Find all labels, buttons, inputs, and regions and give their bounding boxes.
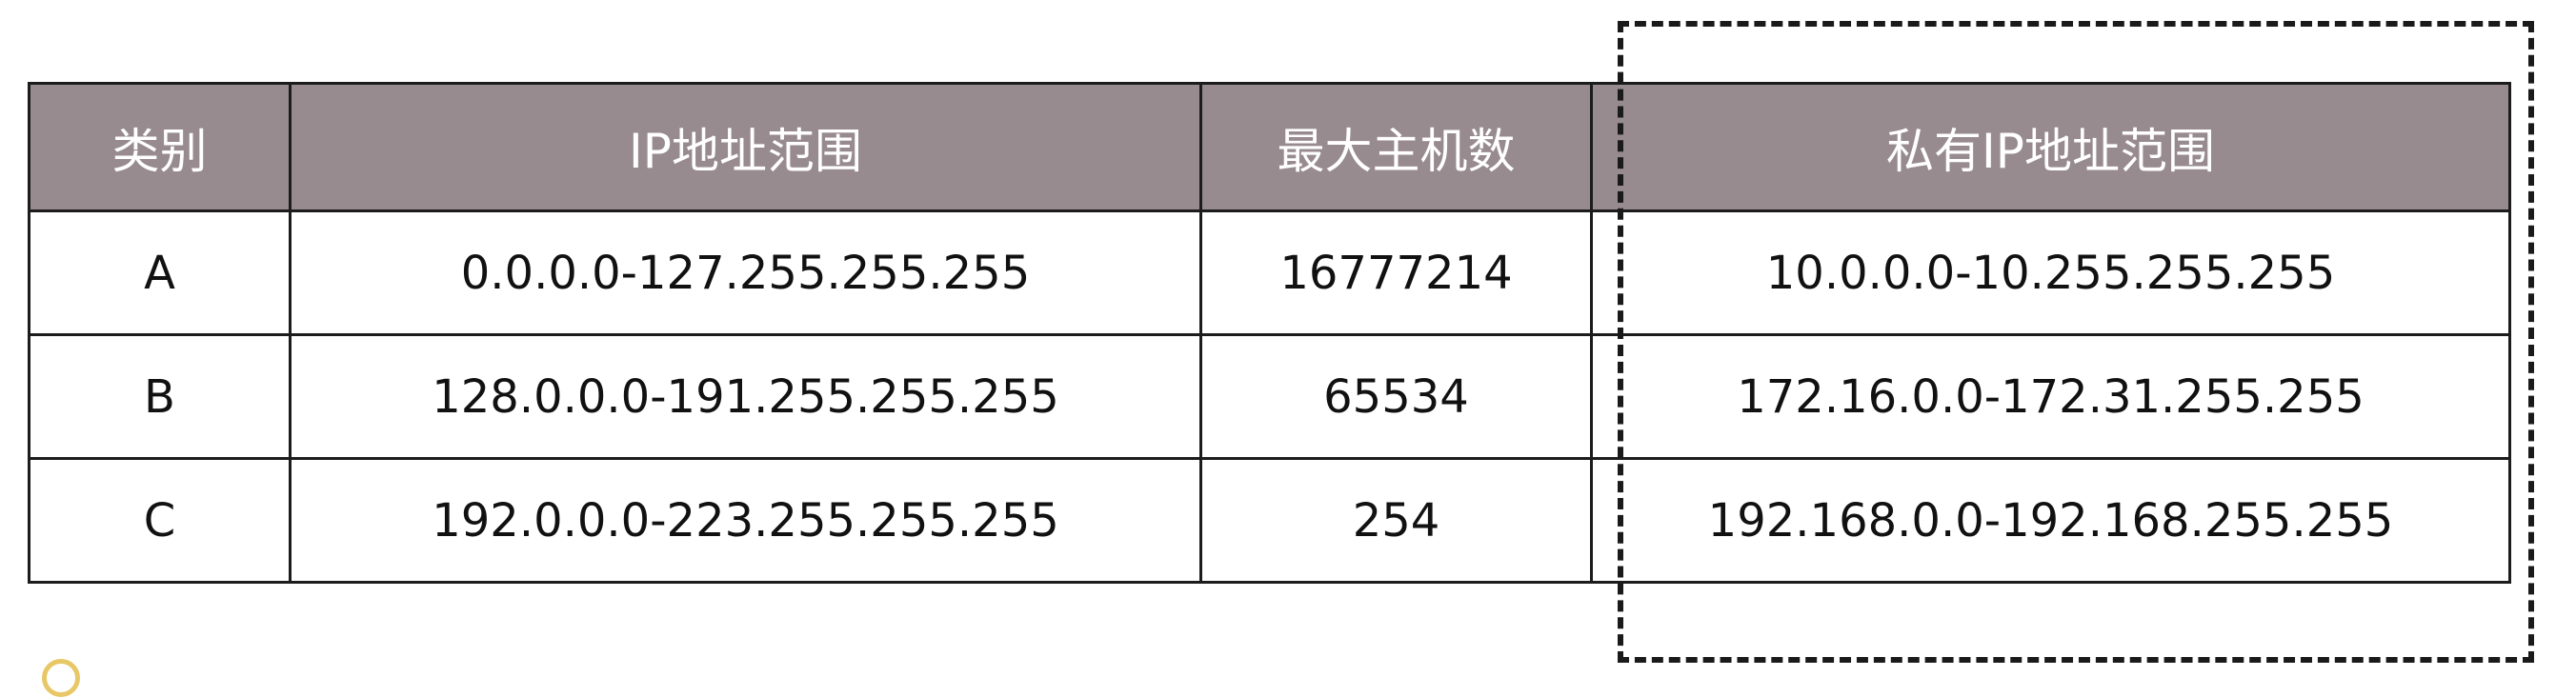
decorative-circle-mark <box>42 659 80 697</box>
cell-category: A <box>28 209 292 336</box>
cell-max-hosts: 16777214 <box>1199 209 1593 336</box>
cell-private-ip-range: 10.0.0.0-10.255.255.255 <box>1590 209 2511 336</box>
cell-ip-range: 0.0.0.0-127.255.255.255 <box>289 209 1202 336</box>
cell-max-hosts: 65534 <box>1199 333 1593 460</box>
cell-max-hosts: 254 <box>1199 457 1593 584</box>
table-row: A 0.0.0.0-127.255.255.255 16777214 10.0.… <box>28 209 2511 336</box>
cell-ip-range: 192.0.0.0-223.255.255.255 <box>289 457 1202 584</box>
cell-ip-range: 128.0.0.0-191.255.255.255 <box>289 333 1202 460</box>
cell-category: B <box>28 333 292 460</box>
table-header: 类别 IP地址范围 最大主机数 私有IP地址范围 <box>28 82 2511 212</box>
header-category: 类别 <box>28 82 292 212</box>
cell-private-ip-range: 172.16.0.0-172.31.255.255 <box>1590 333 2511 460</box>
header-row: 类别 IP地址范围 最大主机数 私有IP地址范围 <box>28 82 2511 212</box>
header-ip-range: IP地址范围 <box>289 82 1202 212</box>
cell-private-ip-range: 192.168.0.0-192.168.255.255 <box>1590 457 2511 584</box>
header-private-ip-range: 私有IP地址范围 <box>1590 82 2511 212</box>
table-body: A 0.0.0.0-127.255.255.255 16777214 10.0.… <box>28 209 2511 584</box>
header-max-hosts: 最大主机数 <box>1199 82 1593 212</box>
cell-category: C <box>28 457 292 584</box>
table-row: B 128.0.0.0-191.255.255.255 65534 172.16… <box>28 333 2511 460</box>
table-row: C 192.0.0.0-223.255.255.255 254 192.168.… <box>28 457 2511 584</box>
ip-class-table: 类别 IP地址范围 最大主机数 私有IP地址范围 A 0.0.0.0-127.2… <box>28 82 2511 584</box>
